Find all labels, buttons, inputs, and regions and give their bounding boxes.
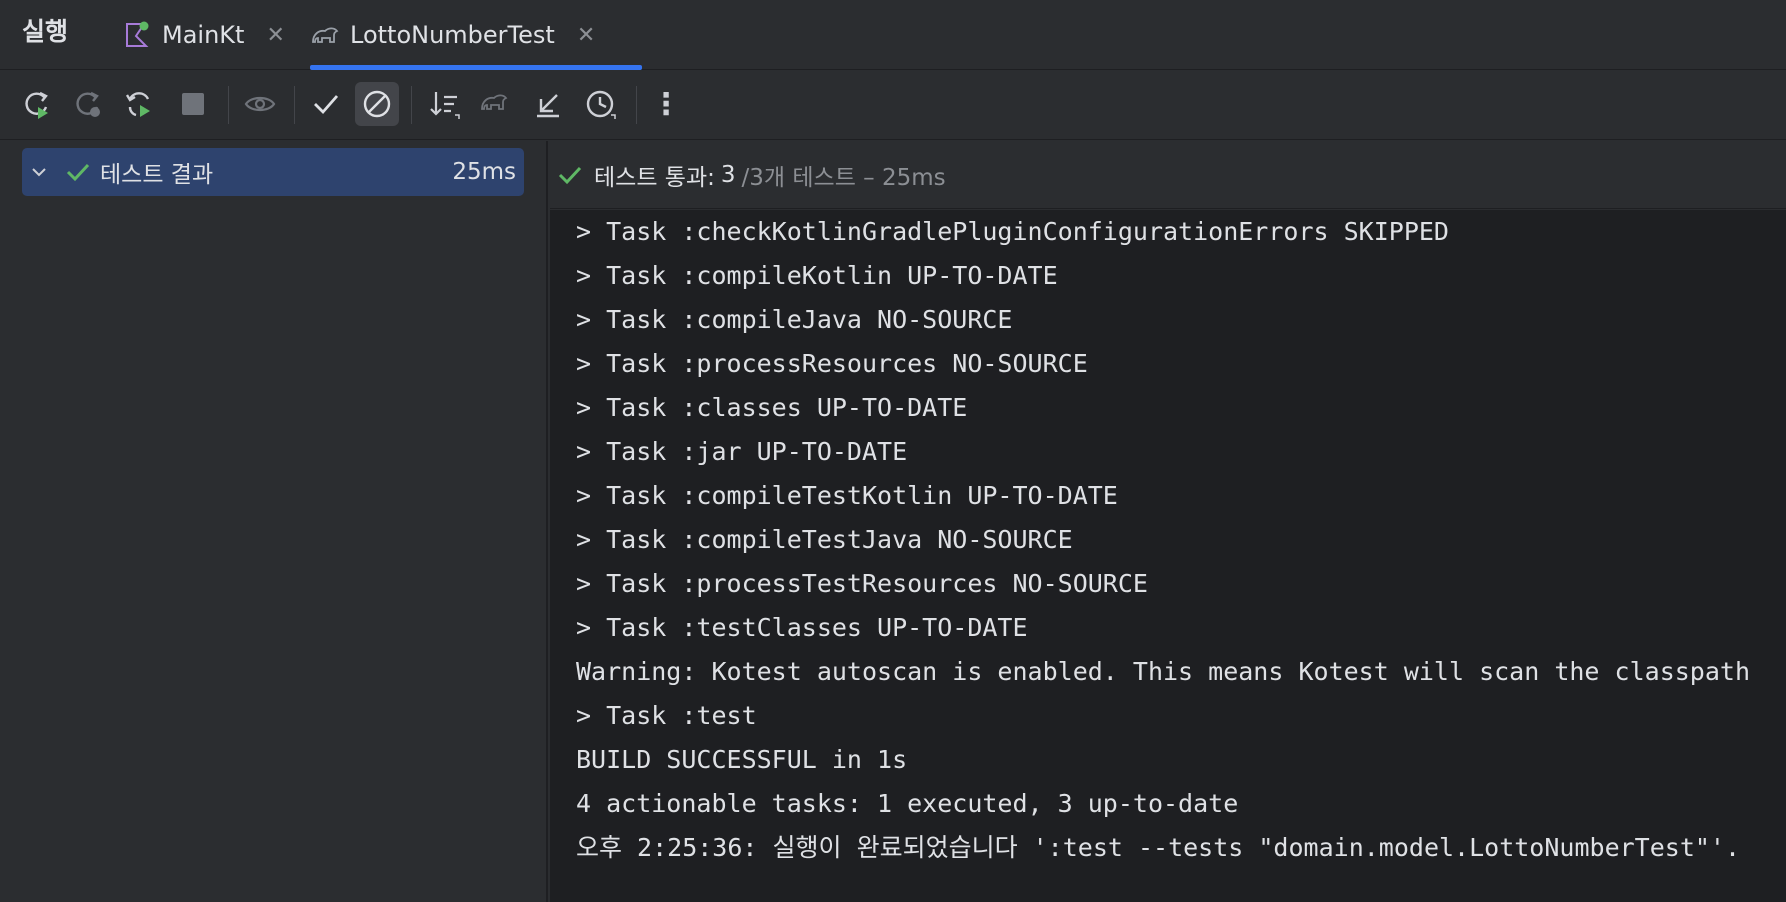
sort-icon <box>430 92 460 119</box>
rerun-failed-icon <box>76 91 100 117</box>
check-icon <box>66 163 90 182</box>
console-line: Warning: Kotest autoscan is enabled. Thi… <box>576 657 1750 686</box>
import-tests-icon <box>481 94 508 110</box>
console-output[interactable]: > Task :checkKotlinGradlePluginConfigura… <box>550 210 1786 902</box>
test-tree-panel: 테스트 결과 25ms <box>0 141 548 902</box>
console-line: > Task :testClasses UP-TO-DATE <box>576 613 1028 642</box>
close-icon[interactable]: ✕ <box>577 23 595 48</box>
console-line: > Task :checkKotlinGradlePluginConfigura… <box>576 217 1449 246</box>
run-tool-window-title: 실행 <box>22 17 69 46</box>
tree-item-duration: 25ms <box>452 159 516 185</box>
console-line: > Task :compileKotlin UP-TO-DATE <box>576 261 1058 290</box>
stop-button[interactable] <box>171 82 215 126</box>
console-line: > Task :classes UP-TO-DATE <box>576 393 968 422</box>
history-button[interactable] <box>578 82 622 126</box>
rerun-icon <box>25 91 48 119</box>
console-line: > Task :compileJava NO-SOURCE <box>576 305 1013 334</box>
tests-passed-label: 테스트 통과: <box>594 164 715 191</box>
more-options-button[interactable]: ⋮ <box>644 82 688 126</box>
tree-item-test-results[interactable]: 테스트 결과 25ms <box>22 148 524 196</box>
console-line: > Task :compileTestKotlin UP-TO-DATE <box>576 481 1118 510</box>
show-passed-button[interactable] <box>304 82 348 126</box>
show-ignored-tests-button[interactable] <box>355 82 399 126</box>
rerun-failed-button[interactable] <box>66 82 110 126</box>
tests-passed-count: 3 <box>720 161 736 188</box>
console-line: > Task :test <box>576 701 757 730</box>
run-tool-window: 실행 MainKt ✕ LottoNumberTest ✕ ⋮ 테스트 결과 2… <box>0 0 1786 902</box>
gradle-elephant-icon <box>310 20 340 50</box>
rerun-button[interactable] <box>15 82 59 126</box>
check-icon <box>558 166 582 184</box>
kotlin-run-icon <box>122 20 152 50</box>
tests-summary: /3개 테스트 – 25ms <box>741 164 946 191</box>
toolbar-separator <box>411 86 412 124</box>
test-toolbar: ⋮ <box>0 70 1786 140</box>
rerun-automatically-icon <box>125 92 150 117</box>
console-line: > Task :processResources NO-SOURCE <box>576 349 1088 378</box>
console-line: > Task :processTestResources NO-SOURCE <box>576 569 1148 598</box>
tab-label: LottoNumberTest <box>350 21 555 49</box>
tab-mainkt[interactable]: MainKt ✕ <box>122 0 285 70</box>
stop-icon <box>182 93 204 115</box>
export-button[interactable] <box>526 82 570 126</box>
sort-button[interactable] <box>422 82 466 126</box>
more-icon: ⋮ <box>651 86 681 122</box>
close-icon[interactable]: ✕ <box>266 23 284 48</box>
tree-item-label: 테스트 결과 <box>100 162 214 188</box>
console-line: 오후 2:25:36: 실행이 완료되었습니다 ':test --tests "… <box>576 833 1741 862</box>
console-line: 4 actionable tasks: 1 executed, 3 up-to-… <box>576 789 1239 818</box>
toolbar-separator <box>636 86 637 124</box>
show-ignored-button[interactable] <box>238 82 282 126</box>
show-disabled-icon <box>363 90 391 118</box>
show-ignored-icon <box>244 96 276 112</box>
tab-lottonumbertest[interactable]: LottoNumberTest ✕ <box>310 0 642 70</box>
chevron-down-icon[interactable] <box>30 163 48 181</box>
toolbar-separator <box>228 86 229 124</box>
tab-label: MainKt <box>162 21 245 49</box>
console-line: BUILD SUCCESSFUL in 1s <box>576 745 908 774</box>
show-passed-icon <box>314 95 339 115</box>
console-line: > Task :jar UP-TO-DATE <box>576 437 908 466</box>
run-tab-bar: 실행 MainKt ✕ LottoNumberTest ✕ <box>0 0 1786 70</box>
console-line: > Task :compileTestJava NO-SOURCE <box>576 525 1073 554</box>
rerun-automatically-button[interactable] <box>117 82 161 126</box>
export-icon <box>537 94 559 118</box>
history-icon <box>586 90 616 119</box>
test-status-bar: 테스트 통과: 3 /3개 테스트 – 25ms <box>550 141 1786 209</box>
toolbar-separator <box>294 86 295 124</box>
import-tests-button[interactable] <box>474 82 518 126</box>
